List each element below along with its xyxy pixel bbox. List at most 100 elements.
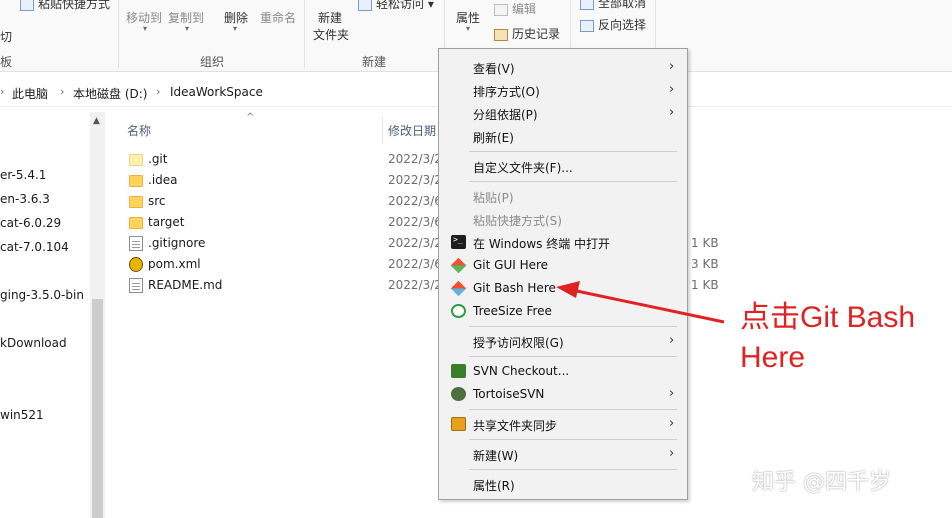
file-name: target xyxy=(148,215,185,229)
nav-item[interactable]: kDownload xyxy=(0,336,67,350)
nav-scrollbar[interactable]: ▲ xyxy=(90,112,105,518)
menu-item-refresh[interactable]: 刷新(E) xyxy=(441,125,685,147)
chevron-right-icon: › xyxy=(669,59,675,74)
new-folder-button-line2[interactable]: 文件夹 xyxy=(313,26,349,43)
invert-selection-button[interactable]: 反向选择 xyxy=(580,16,646,33)
chevron-right-icon: › xyxy=(0,85,5,98)
chevron-right-icon: › xyxy=(156,85,161,98)
file-name: pom.xml xyxy=(148,257,201,271)
menu-item-paste-shortcut[interactable]: 粘贴快捷方式(S) xyxy=(441,208,685,230)
menu-item-sort-by[interactable]: 排序方式(O) › xyxy=(441,79,685,101)
select-none-icon xyxy=(580,0,594,10)
menu-item-sync-share[interactable]: 共享文件夹同步 › xyxy=(441,413,685,435)
history-button[interactable]: 历史记录 xyxy=(494,25,560,42)
nav-item[interactable]: en-3.6.3 xyxy=(0,192,50,206)
menu-item-customize-folder[interactable]: 自定义文件夹(F)... xyxy=(441,155,685,177)
svn-checkout-icon xyxy=(451,364,466,378)
file-name: src xyxy=(148,194,166,208)
file-date: 2022/3/6 xyxy=(388,215,442,229)
menu-separator xyxy=(469,439,677,440)
menu-item-properties[interactable]: 属性(R) xyxy=(441,473,685,495)
menu-item-paste[interactable]: 粘贴(P) xyxy=(441,185,685,207)
cut-button[interactable]: 切 xyxy=(0,28,12,45)
organize-group-label: 组织 xyxy=(200,55,225,69)
annotation-text: 点击Git Bash Here xyxy=(740,301,916,374)
scroll-up-icon[interactable]: ▲ xyxy=(93,116,100,126)
git-gui-icon xyxy=(450,257,467,274)
watermark: 知乎 @四千岁 xyxy=(752,470,891,495)
menu-item-view[interactable]: 查看(V) › xyxy=(441,56,685,78)
menu-item-treesize[interactable]: TreeSize Free xyxy=(441,300,685,322)
chevron-down-icon: ▾ xyxy=(233,24,238,33)
menu-separator xyxy=(469,151,677,152)
menu-separator xyxy=(469,356,677,357)
chevron-right-icon: › xyxy=(669,416,675,431)
invert-selection-icon xyxy=(580,19,594,32)
file-date: 2022/3/2 xyxy=(388,173,442,187)
menu-item-tortoisesvn[interactable]: TortoiseSVN › xyxy=(441,383,685,405)
sync-share-icon xyxy=(451,417,466,431)
folder-icon xyxy=(129,196,143,208)
rename-button[interactable]: 重命名 xyxy=(260,9,296,26)
breadcrumb-drive-d[interactable]: 本地磁盘 (D:) xyxy=(73,85,147,102)
folder-icon xyxy=(129,175,143,187)
new-folder-button-line1[interactable]: 新建 xyxy=(318,9,342,26)
select-none-button[interactable]: 全部取消 xyxy=(580,0,646,11)
git-bash-icon xyxy=(450,280,467,297)
nav-item[interactable]: win521 xyxy=(0,408,44,422)
menu-separator xyxy=(469,409,677,410)
menu-item-open-in-terminal[interactable]: 在 Windows 终端 中打开 xyxy=(441,231,685,253)
file-name: .gitignore xyxy=(148,236,206,250)
folder-icon xyxy=(129,154,143,166)
easy-access-button[interactable]: 轻松访问 ▾ xyxy=(358,0,434,12)
nav-item[interactable]: er-5.4.1 xyxy=(0,168,46,182)
column-header-date-modified[interactable]: 修改日期 xyxy=(388,122,436,139)
file-name: .idea xyxy=(148,173,178,187)
file-name: .git xyxy=(148,152,168,166)
menu-item-new[interactable]: 新建(W) › xyxy=(441,443,685,465)
nav-item[interactable]: cat-6.0.29 xyxy=(0,216,61,230)
menu-item-svn-checkout[interactable]: SVN Checkout... xyxy=(441,360,685,382)
xml-icon xyxy=(129,257,143,272)
column-header-name[interactable]: 名称 xyxy=(127,122,151,139)
nav-item[interactable]: cat-7.0.104 xyxy=(0,240,69,254)
column-divider[interactable] xyxy=(382,116,383,144)
menu-item-git-gui[interactable]: Git GUI Here xyxy=(441,254,685,276)
paste-shortcut-button[interactable]: 粘贴快捷方式 xyxy=(20,0,110,12)
chevron-down-icon: ▾ xyxy=(466,24,471,33)
paste-shortcut-icon xyxy=(20,0,34,11)
breadcrumb-ideaworkspace[interactable]: IdeaWorkSpace xyxy=(170,85,263,99)
nav-item[interactable]: ging-3.5.0-bin xyxy=(0,288,84,302)
clipboard-group-label: 板 xyxy=(0,55,13,69)
file-name: README.md xyxy=(148,278,223,292)
file-size: 1 KB xyxy=(691,278,719,292)
edit-button[interactable]: 编辑 xyxy=(494,0,536,17)
menu-item-give-access[interactable]: 授予访问权限(G) › xyxy=(441,330,685,352)
file-size: 3 KB xyxy=(691,257,719,271)
breadcrumb-this-pc[interactable]: 此电脑 xyxy=(12,85,48,102)
terminal-icon xyxy=(451,235,466,249)
file-size: 1 KB xyxy=(691,236,719,250)
file-icon xyxy=(129,278,143,293)
sort-ascending-icon: ^ xyxy=(246,112,255,123)
file-date: 2022/3/2 xyxy=(388,152,442,166)
menu-separator xyxy=(469,181,677,182)
chevron-right-icon: › xyxy=(669,105,675,120)
chevron-down-icon: ▾ xyxy=(185,24,190,33)
folder-icon xyxy=(129,217,143,229)
ribbon-divider xyxy=(304,0,305,68)
chevron-right-icon: › xyxy=(669,446,675,461)
chevron-right-icon: › xyxy=(669,333,675,348)
edit-icon xyxy=(494,3,508,16)
file-date: 2022/3/6 xyxy=(388,194,442,208)
menu-item-git-bash[interactable]: Git Bash Here xyxy=(441,277,685,299)
scrollbar-thumb[interactable] xyxy=(92,299,103,518)
easy-access-icon xyxy=(358,0,372,11)
tortoisesvn-icon xyxy=(451,387,466,401)
history-icon xyxy=(494,28,508,41)
chevron-right-icon: › xyxy=(60,85,65,98)
file-icon xyxy=(129,236,143,251)
navigation-pane: er-5.4.1 en-3.6.3 cat-6.0.29 cat-7.0.104… xyxy=(0,112,106,518)
menu-separator xyxy=(469,326,677,327)
menu-item-group-by[interactable]: 分组依据(P) › xyxy=(441,102,685,124)
